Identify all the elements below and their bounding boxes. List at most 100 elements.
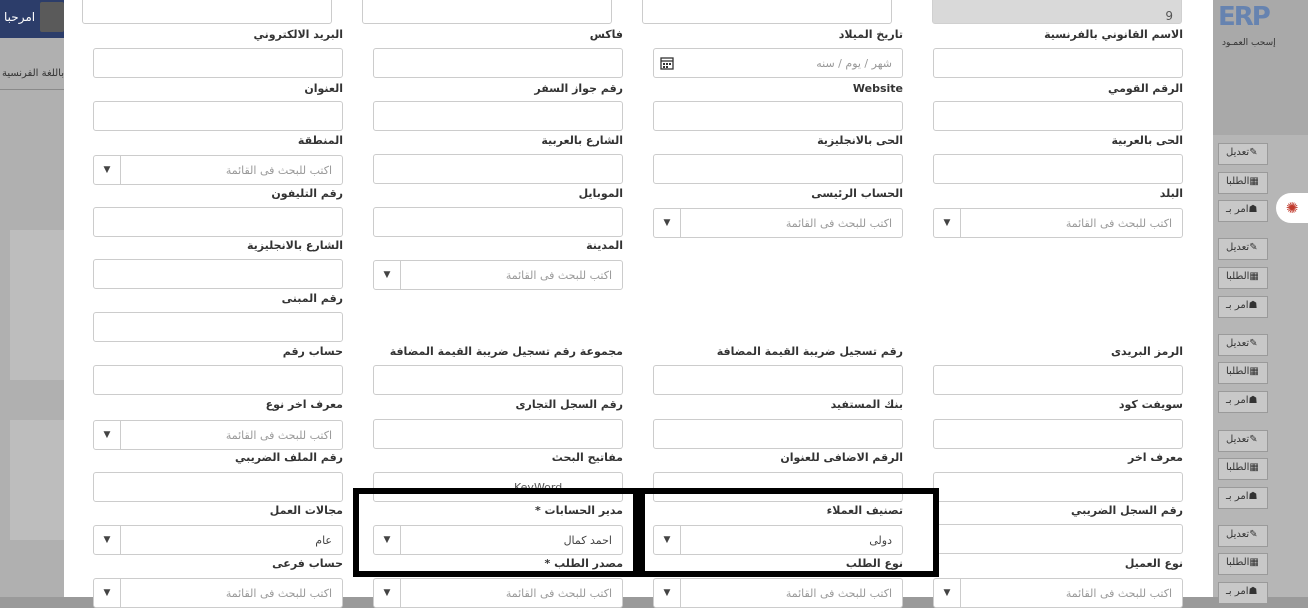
label-sub-account: حساب فرعى: [272, 557, 343, 570]
text-field[interactable]: [642, 0, 892, 24]
caret-down-icon[interactable]: ▼: [934, 209, 961, 237]
label-tax-file-no: رقم الملف الضريبي: [234, 451, 343, 464]
country-select[interactable]: اكتب للبحث فى القائمة ▼: [933, 208, 1183, 238]
caret-down-icon[interactable]: ▼: [374, 261, 401, 289]
action-button[interactable]: الطلبا▦: [1218, 172, 1268, 194]
select-placeholder: اكتب للبحث فى القائمة: [1065, 587, 1172, 600]
chart-icon: ▦: [1249, 271, 1259, 282]
swift-input[interactable]: [933, 419, 1183, 449]
tab-french[interactable]: باللغة الفرنسية: [0, 62, 64, 90]
action-button[interactable]: تعديل✎: [1218, 143, 1268, 165]
action-button[interactable]: تعديل✎: [1218, 525, 1268, 547]
action-button[interactable]: امر بـ☗: [1218, 391, 1268, 413]
label-mobile: الموبايل: [578, 187, 623, 200]
pencil-icon: ✎: [1249, 147, 1258, 158]
mobile-input[interactable]: [373, 207, 623, 237]
action-label: الطلبا: [1226, 176, 1250, 187]
user-greeting[interactable]: امرحبا: [4, 10, 35, 24]
region-select[interactable]: اكتب للبحث فى القائمة ▼: [93, 155, 343, 185]
action-button[interactable]: امر بـ☗: [1218, 296, 1268, 318]
sub-account-select[interactable]: اكتب للبحث فى القائمة ▼: [93, 578, 343, 608]
action-button[interactable]: الطلبا▦: [1218, 553, 1268, 575]
label-birth-date: تاريخ الميلاد: [838, 28, 903, 41]
birth-date-picker[interactable]: شهر / يوم / سنه: [653, 48, 903, 78]
building-no-input[interactable]: [93, 312, 343, 342]
action-button[interactable]: تعديل✎: [1218, 334, 1268, 356]
request-type-select[interactable]: اكتب للبحث فى القائمة ▼: [653, 578, 903, 608]
caret-down-icon[interactable]: ▼: [94, 579, 121, 607]
email-input[interactable]: [93, 48, 343, 78]
action-button[interactable]: امر بـ☗: [1218, 582, 1268, 604]
action-button[interactable]: الطلبا▦: [1218, 362, 1268, 384]
pencil-icon: ✎: [1249, 338, 1258, 349]
postal-code-input[interactable]: [933, 365, 1183, 395]
district-ar-input[interactable]: [933, 154, 1183, 184]
pencil-icon: ✎: [1249, 434, 1258, 445]
tax-reg-no-input[interactable]: [933, 524, 1183, 554]
select-placeholder: اكتب للبحث فى القائمة: [785, 217, 892, 230]
commercial-reg-input[interactable]: [373, 419, 623, 449]
account-no-input[interactable]: [93, 365, 343, 395]
caret-down-icon[interactable]: ▼: [374, 579, 401, 607]
national-id-input[interactable]: [933, 101, 1183, 131]
customer-type-select[interactable]: اكتب للبحث فى القائمة ▼: [933, 578, 1183, 608]
select-placeholder: اكتب للبحث فى القائمة: [505, 587, 612, 600]
vat-group-input[interactable]: [373, 365, 623, 395]
action-button[interactable]: تعديل✎: [1218, 238, 1268, 260]
label-national-id: الرقم القومي: [1107, 82, 1183, 95]
label-other-id: معرف اخر: [1127, 451, 1183, 464]
avatar[interactable]: [40, 2, 64, 32]
action-button[interactable]: امر بـ☗: [1218, 487, 1268, 509]
action-label: امر بـ: [1226, 395, 1249, 406]
label-account-no: حساب رقم: [282, 345, 343, 358]
action-button[interactable]: تعديل✎: [1218, 430, 1268, 452]
action-button[interactable]: الطلبا▦: [1218, 267, 1268, 289]
fax-field[interactable]: [362, 0, 612, 24]
caret-down-icon[interactable]: ▼: [94, 526, 121, 554]
caret-down-icon[interactable]: ▼: [934, 579, 961, 607]
calendar-icon[interactable]: [660, 56, 674, 70]
action-label: امر بـ: [1226, 300, 1249, 311]
beneficiary-bank-input[interactable]: [653, 419, 903, 449]
label-phone: رقم التليفون: [271, 187, 343, 200]
label-postal-code: الرمز البريدى: [1110, 345, 1183, 358]
users-icon: ☗: [1248, 491, 1258, 502]
work-fields-select[interactable]: عام ▼: [93, 525, 343, 555]
caret-down-icon[interactable]: ▼: [654, 579, 681, 607]
vat-no-input[interactable]: [653, 365, 903, 395]
website-input[interactable]: [653, 101, 903, 131]
street-en-input[interactable]: [93, 259, 343, 289]
other-id-type-select[interactable]: اكتب للبحث فى القائمة ▼: [93, 420, 343, 450]
label-street-ar: الشارع بالعربية: [541, 134, 623, 147]
tax-file-no-input[interactable]: [93, 472, 343, 502]
action-label: امر بـ: [1226, 491, 1249, 502]
label-fax: فاكس: [589, 28, 623, 41]
label-customer-type: نوع العميل: [1124, 557, 1183, 570]
pencil-icon: ✎: [1249, 529, 1258, 540]
phone-input[interactable]: [93, 207, 343, 237]
brain-icon[interactable]: ✺: [1276, 193, 1308, 223]
label-website: Website: [852, 82, 903, 95]
action-button[interactable]: امر بـ☗: [1218, 200, 1268, 222]
street-ar-input[interactable]: [373, 154, 623, 184]
legal-name-fr-field[interactable]: [933, 48, 1183, 78]
label-other-id-type: معرف اخر نوع: [265, 398, 343, 411]
caret-down-icon[interactable]: ▼: [94, 156, 121, 184]
background-panel-block: [10, 420, 64, 540]
city-select[interactable]: اكتب للبحث فى القائمة ▼: [373, 260, 623, 290]
caret-down-icon[interactable]: ▼: [94, 421, 121, 449]
fax-input[interactable]: [373, 48, 623, 78]
other-id-input[interactable]: [933, 472, 1183, 502]
label-country: البلد: [1159, 187, 1183, 200]
users-icon: ☗: [1248, 300, 1258, 311]
passport-input[interactable]: [373, 101, 623, 131]
label-beneficiary-bank: بنك المستفيد: [830, 398, 903, 411]
email-field[interactable]: [82, 0, 332, 24]
caret-down-icon[interactable]: ▼: [654, 209, 681, 237]
main-account-select[interactable]: اكتب للبحث فى القائمة ▼: [653, 208, 903, 238]
action-button[interactable]: الطلبا▦: [1218, 458, 1268, 480]
address-input[interactable]: [93, 101, 343, 131]
label-swift: سويفت كود: [1118, 398, 1183, 411]
district-en-input[interactable]: [653, 154, 903, 184]
request-source-select[interactable]: اكتب للبحث فى القائمة ▼: [373, 578, 623, 608]
